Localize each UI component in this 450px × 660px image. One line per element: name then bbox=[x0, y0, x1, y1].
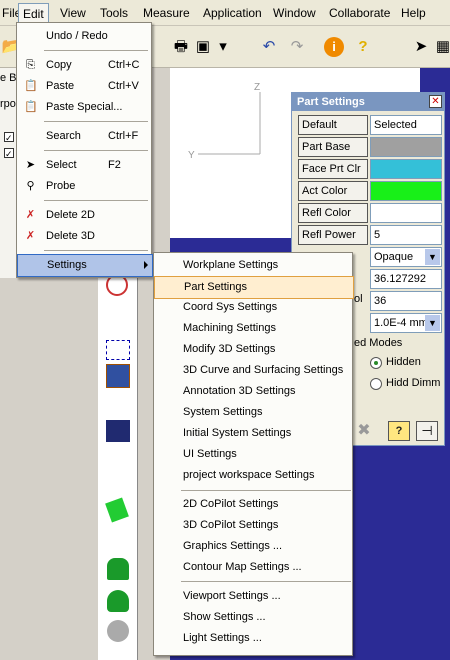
menu-item-select[interactable]: ➤ Select F2 bbox=[17, 155, 151, 176]
menu-window[interactable]: Window bbox=[273, 6, 316, 20]
tolerance-input[interactable]: 36 bbox=[370, 291, 442, 311]
grey-part-icon[interactable] bbox=[107, 620, 129, 642]
angle-input[interactable]: 36.127292 bbox=[370, 269, 442, 289]
settings-item-3d-copilot[interactable]: 3D CoPilot Settings bbox=[154, 515, 352, 536]
reflection-color-button[interactable]: Refl Color bbox=[298, 203, 368, 223]
reflection-color-swatch[interactable] bbox=[370, 203, 442, 223]
copy-icon: ⎘ bbox=[26, 59, 35, 71]
settings-item-annotation-3d[interactable]: Annotation 3D Settings bbox=[154, 381, 352, 402]
probe-icon: ⚲ bbox=[26, 180, 35, 192]
green-revolve-icon[interactable] bbox=[107, 590, 129, 612]
selected-field[interactable]: Selected bbox=[370, 115, 442, 135]
settings-item-2d-copilot[interactable]: 2D CoPilot Settings bbox=[154, 494, 352, 515]
green-extrude-icon[interactable] bbox=[107, 558, 129, 580]
print-icon[interactable]: 🖶 bbox=[170, 36, 192, 58]
menu-help[interactable]: Help bbox=[401, 6, 426, 20]
paste-special-icon: 📋 bbox=[24, 101, 38, 113]
info-icon[interactable]: i bbox=[324, 37, 344, 57]
green-solid-icon[interactable] bbox=[105, 497, 129, 523]
reflection-power-button[interactable]: Refl Power bbox=[298, 225, 368, 245]
hidden-radio[interactable] bbox=[370, 357, 382, 369]
menu-item-delete-3d[interactable]: ✗ Delete 3D bbox=[17, 226, 151, 247]
hidd-dimm-label: Hidd Dimm bbox=[386, 377, 441, 389]
menu-application[interactable]: Application bbox=[203, 6, 262, 20]
delete-2d-icon: ✗ bbox=[25, 209, 36, 221]
active-color-swatch[interactable] bbox=[370, 181, 442, 201]
modes-label: ed Modes bbox=[354, 337, 403, 349]
undo-icon[interactable]: ↶ bbox=[258, 36, 280, 58]
menu-item-undo-redo[interactable]: Undo / Redo bbox=[17, 26, 151, 47]
menu-item-paste[interactable]: 📋 Paste Ctrl+V bbox=[17, 76, 151, 97]
help-icon[interactable]: ? bbox=[388, 421, 410, 441]
delete-3d-icon: ✗ bbox=[25, 230, 36, 242]
settings-item-system[interactable]: System Settings bbox=[154, 402, 352, 423]
pointer-icon[interactable]: ➤ bbox=[410, 36, 432, 58]
settings-item-modify-3d[interactable]: Modify 3D Settings bbox=[154, 339, 352, 360]
face-part-color-swatch[interactable] bbox=[370, 159, 442, 179]
settings-item-graphics[interactable]: Graphics Settings ... bbox=[154, 536, 352, 557]
settings-item-3d-curve[interactable]: 3D Curve and Surfacing Settings bbox=[154, 360, 352, 381]
settings-item-workplane[interactable]: Workplane Settings bbox=[154, 255, 352, 276]
paste-icon: 📋 bbox=[24, 80, 38, 92]
stamp-tool-icon[interactable] bbox=[106, 364, 130, 388]
axis-y-label: Y bbox=[188, 150, 195, 161]
menu-item-delete-2d[interactable]: ✗ Delete 2D bbox=[17, 205, 151, 226]
part-base-color-button[interactable]: Part Base Clr bbox=[298, 137, 368, 171]
menu-item-copy[interactable]: ⎘ Copy Ctrl+C bbox=[17, 55, 151, 76]
reflection-power-input[interactable]: 5 bbox=[370, 225, 442, 245]
chevron-down-icon[interactable]: ▼ bbox=[425, 249, 440, 265]
select-tool-icon[interactable]: ▦ bbox=[432, 36, 450, 58]
units-value: 1.0E-4 mm bbox=[374, 317, 428, 329]
edit-menu: Undo / Redo ⎘ Copy Ctrl+C 📋 Paste Ctrl+V… bbox=[16, 22, 153, 278]
close-icon[interactable]: ✕ bbox=[429, 95, 442, 108]
project-icon[interactable]: ▣ bbox=[192, 36, 214, 58]
dimension-tool-icon[interactable] bbox=[106, 340, 130, 360]
pointer-icon: ➤ bbox=[25, 159, 36, 171]
menu-item-paste-special[interactable]: 📋 Paste Special... bbox=[17, 97, 151, 118]
menu-measure[interactable]: Measure bbox=[143, 6, 190, 20]
settings-item-viewport[interactable]: Viewport Settings ... bbox=[154, 586, 352, 607]
menu-item-probe[interactable]: ⚲ Probe bbox=[17, 176, 151, 197]
menu-item-settings[interactable]: Settings bbox=[17, 254, 153, 277]
settings-item-initial-system[interactable]: Initial System Settings bbox=[154, 423, 352, 444]
settings-item-part[interactable]: Part Settings bbox=[154, 276, 354, 299]
chevron-down-icon[interactable]: ▾ bbox=[212, 36, 234, 58]
menu-item-search[interactable]: Search Ctrl+F bbox=[17, 126, 151, 147]
tolerance-label: ol bbox=[354, 293, 363, 305]
chevron-down-icon[interactable]: ▼ bbox=[425, 315, 440, 331]
hidden-label: Hidden bbox=[386, 356, 421, 368]
face-part-color-button[interactable]: Face Prt Clr bbox=[298, 159, 368, 179]
opacity-select[interactable]: Opaque ▼ bbox=[370, 247, 442, 267]
surface-tool-icon[interactable] bbox=[106, 420, 130, 442]
help-icon[interactable]: ? bbox=[352, 36, 374, 58]
default-button[interactable]: Default bbox=[298, 115, 368, 135]
active-color-button[interactable]: Act Color bbox=[298, 181, 368, 201]
redo-icon[interactable]: ↷ bbox=[286, 36, 308, 58]
tree-checkbox-2[interactable]: ✓ bbox=[4, 148, 14, 159]
settings-item-show[interactable]: Show Settings ... bbox=[154, 607, 352, 628]
hidd-dimm-radio[interactable] bbox=[370, 378, 382, 390]
menu-tools[interactable]: Tools bbox=[100, 6, 128, 20]
settings-item-coord-sys[interactable]: Coord Sys Settings bbox=[154, 297, 352, 318]
units-select[interactable]: 1.0E-4 mm ▼ bbox=[370, 313, 442, 333]
part-base-color-swatch[interactable] bbox=[370, 137, 442, 157]
settings-item-ui[interactable]: UI Settings bbox=[154, 444, 352, 465]
menu-view[interactable]: View bbox=[60, 6, 86, 20]
settings-item-contour-map[interactable]: Contour Map Settings ... bbox=[154, 557, 352, 578]
tree-checkbox-1[interactable]: ✓ bbox=[4, 132, 14, 143]
pin-icon[interactable]: ⊣ bbox=[416, 421, 438, 441]
axis-z-label: Z bbox=[254, 82, 260, 93]
settings-submenu: Workplane Settings Part Settings Coord S… bbox=[153, 252, 354, 656]
submenu-arrow-icon bbox=[144, 261, 148, 269]
menu-collaborate[interactable]: Collaborate bbox=[329, 6, 390, 20]
opacity-value: Opaque bbox=[374, 251, 414, 263]
delete-icon[interactable]: ✖ bbox=[354, 421, 374, 441]
settings-item-light[interactable]: Light Settings ... bbox=[154, 628, 352, 649]
settings-item-machining[interactable]: Machining Settings bbox=[154, 318, 352, 339]
settings-item-project-workspace[interactable]: project workspace Settings bbox=[154, 465, 352, 486]
dialog-title: Part Settings bbox=[292, 93, 444, 111]
